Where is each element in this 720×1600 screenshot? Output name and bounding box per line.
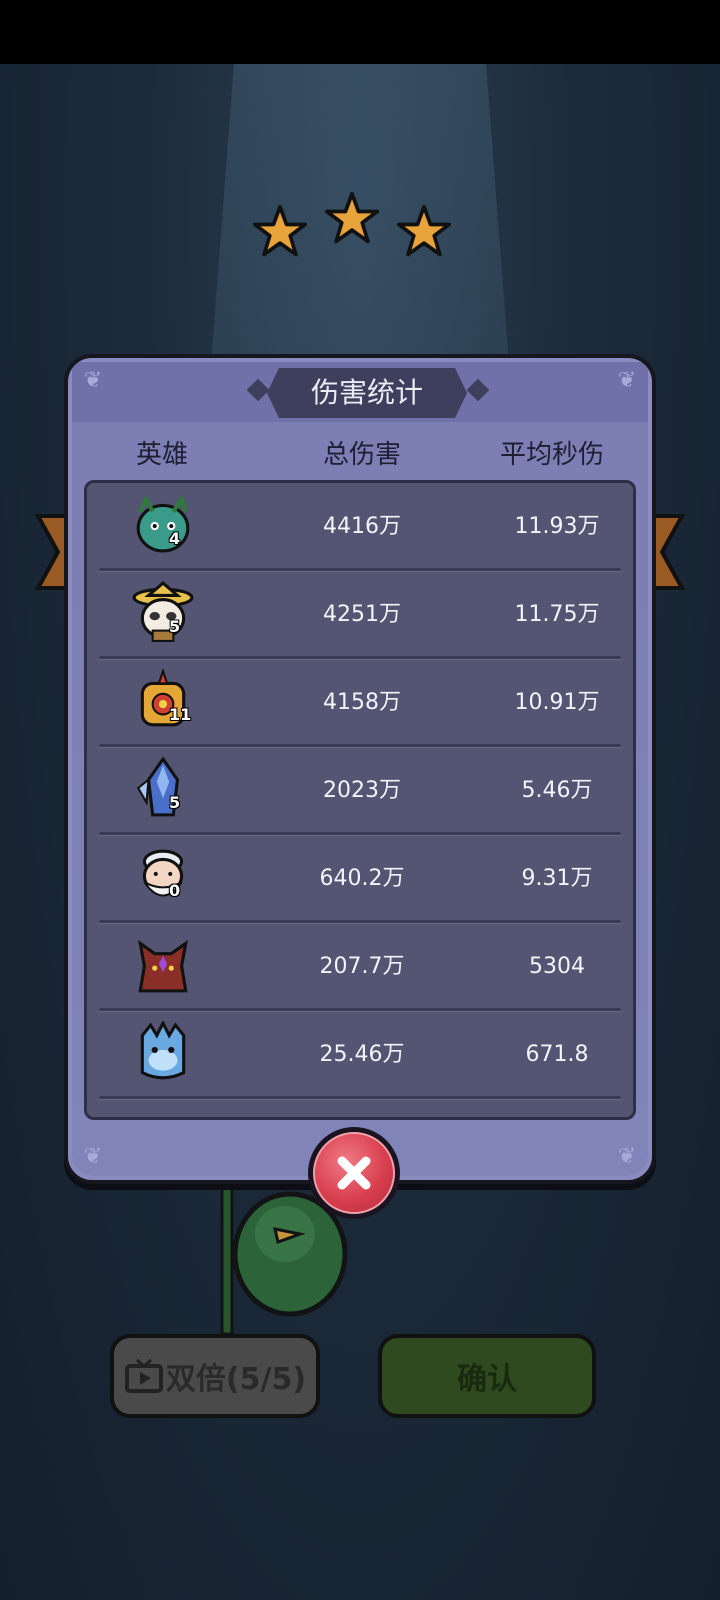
column-hero: 英雄 <box>135 440 188 470</box>
avg-dps-value: 671.8 <box>525 1042 589 1067</box>
corner-ornament: ❦ <box>617 1144 637 1169</box>
hero-level-badge: 11 <box>169 705 192 724</box>
total-damage-value: 4416万 <box>323 514 401 539</box>
table-row: 207.7万 5304 <box>87 923 633 1011</box>
avg-dps-value: 9.31万 <box>521 866 593 891</box>
avg-dps-value: 11.75万 <box>514 602 600 627</box>
total-damage-value: 4158万 <box>323 690 401 715</box>
table-header: 英雄 总伤害 平均秒伤 <box>72 430 648 480</box>
close-icon <box>337 1156 371 1190</box>
corner-ornament: ❦ <box>83 368 103 393</box>
double-reward-button[interactable]: 双倍(5/5) <box>110 1334 320 1418</box>
corner-ornament: ❦ <box>83 1144 103 1169</box>
star-rating <box>0 191 720 279</box>
hero-level-badge: 4 <box>169 529 181 548</box>
total-damage-value: 4251万 <box>323 602 401 627</box>
confirm-button[interactable]: 确认 <box>378 1334 596 1418</box>
table-row: 4 4416万 11.93万 <box>87 483 633 571</box>
avg-dps-value: 5304 <box>529 954 585 979</box>
row-divider <box>99 1096 621 1099</box>
damage-stats-dialog: ❦ ❦ ❦ ❦ 伤害统计 英雄 总伤害 平均秒伤 4 4416万 11.93万 <box>64 354 656 1184</box>
white-beard-elder-avatar <box>132 845 194 907</box>
avg-dps-value: 5.46万 <box>521 778 593 803</box>
table-row: 25.46万 671.8 <box>87 1011 633 1099</box>
confirm-label: 确认 <box>457 1362 517 1397</box>
blue-crystal-knight-avatar <box>132 756 194 819</box>
status-bar <box>0 0 720 64</box>
green-dragon-hero-avatar <box>132 493 194 555</box>
table-row: 11 4158万 10.91万 <box>87 659 633 747</box>
hero-level-badge: 5 <box>169 793 181 812</box>
star-icon <box>324 191 380 247</box>
table-row: 5 4251万 11.75万 <box>87 571 633 659</box>
red-dragon-avatar <box>132 933 194 995</box>
corner-ornament: ❦ <box>617 368 637 393</box>
star-icon <box>396 204 452 260</box>
total-damage-value: 207.7万 <box>319 954 405 979</box>
table-row: 0 640.2万 9.31万 <box>87 835 633 923</box>
table-row: 5 2023万 5.46万 <box>87 747 633 835</box>
avg-dps-value: 11.93万 <box>514 514 600 539</box>
hero-level-badge: 5 <box>169 617 181 636</box>
panda-straw-hat-hero-avatar <box>132 581 194 643</box>
avg-dps-value: 10.91万 <box>514 690 600 715</box>
tv-ad-icon <box>124 1358 163 1393</box>
total-damage-value: 2023万 <box>323 778 401 803</box>
dialog-title-plate: 伤害统计 <box>267 368 467 418</box>
star-icon <box>252 204 308 260</box>
close-button[interactable] <box>308 1127 400 1219</box>
hero-level-badge: 0 <box>169 881 181 900</box>
total-damage-value: 25.46万 <box>319 1042 405 1067</box>
ice-dragon-avatar <box>132 1019 194 1083</box>
double-reward-label: 双倍(5/5) <box>165 1362 307 1397</box>
dialog-title: 伤害统计 <box>310 376 423 409</box>
column-avg-dps: 平均秒伤 <box>499 440 604 470</box>
total-damage-value: 640.2万 <box>319 866 405 891</box>
column-total-damage: 总伤害 <box>322 440 401 470</box>
damage-table[interactable]: 4 4416万 11.93万 5 4251万 11.75万 11 4158万 1… <box>84 480 636 1120</box>
